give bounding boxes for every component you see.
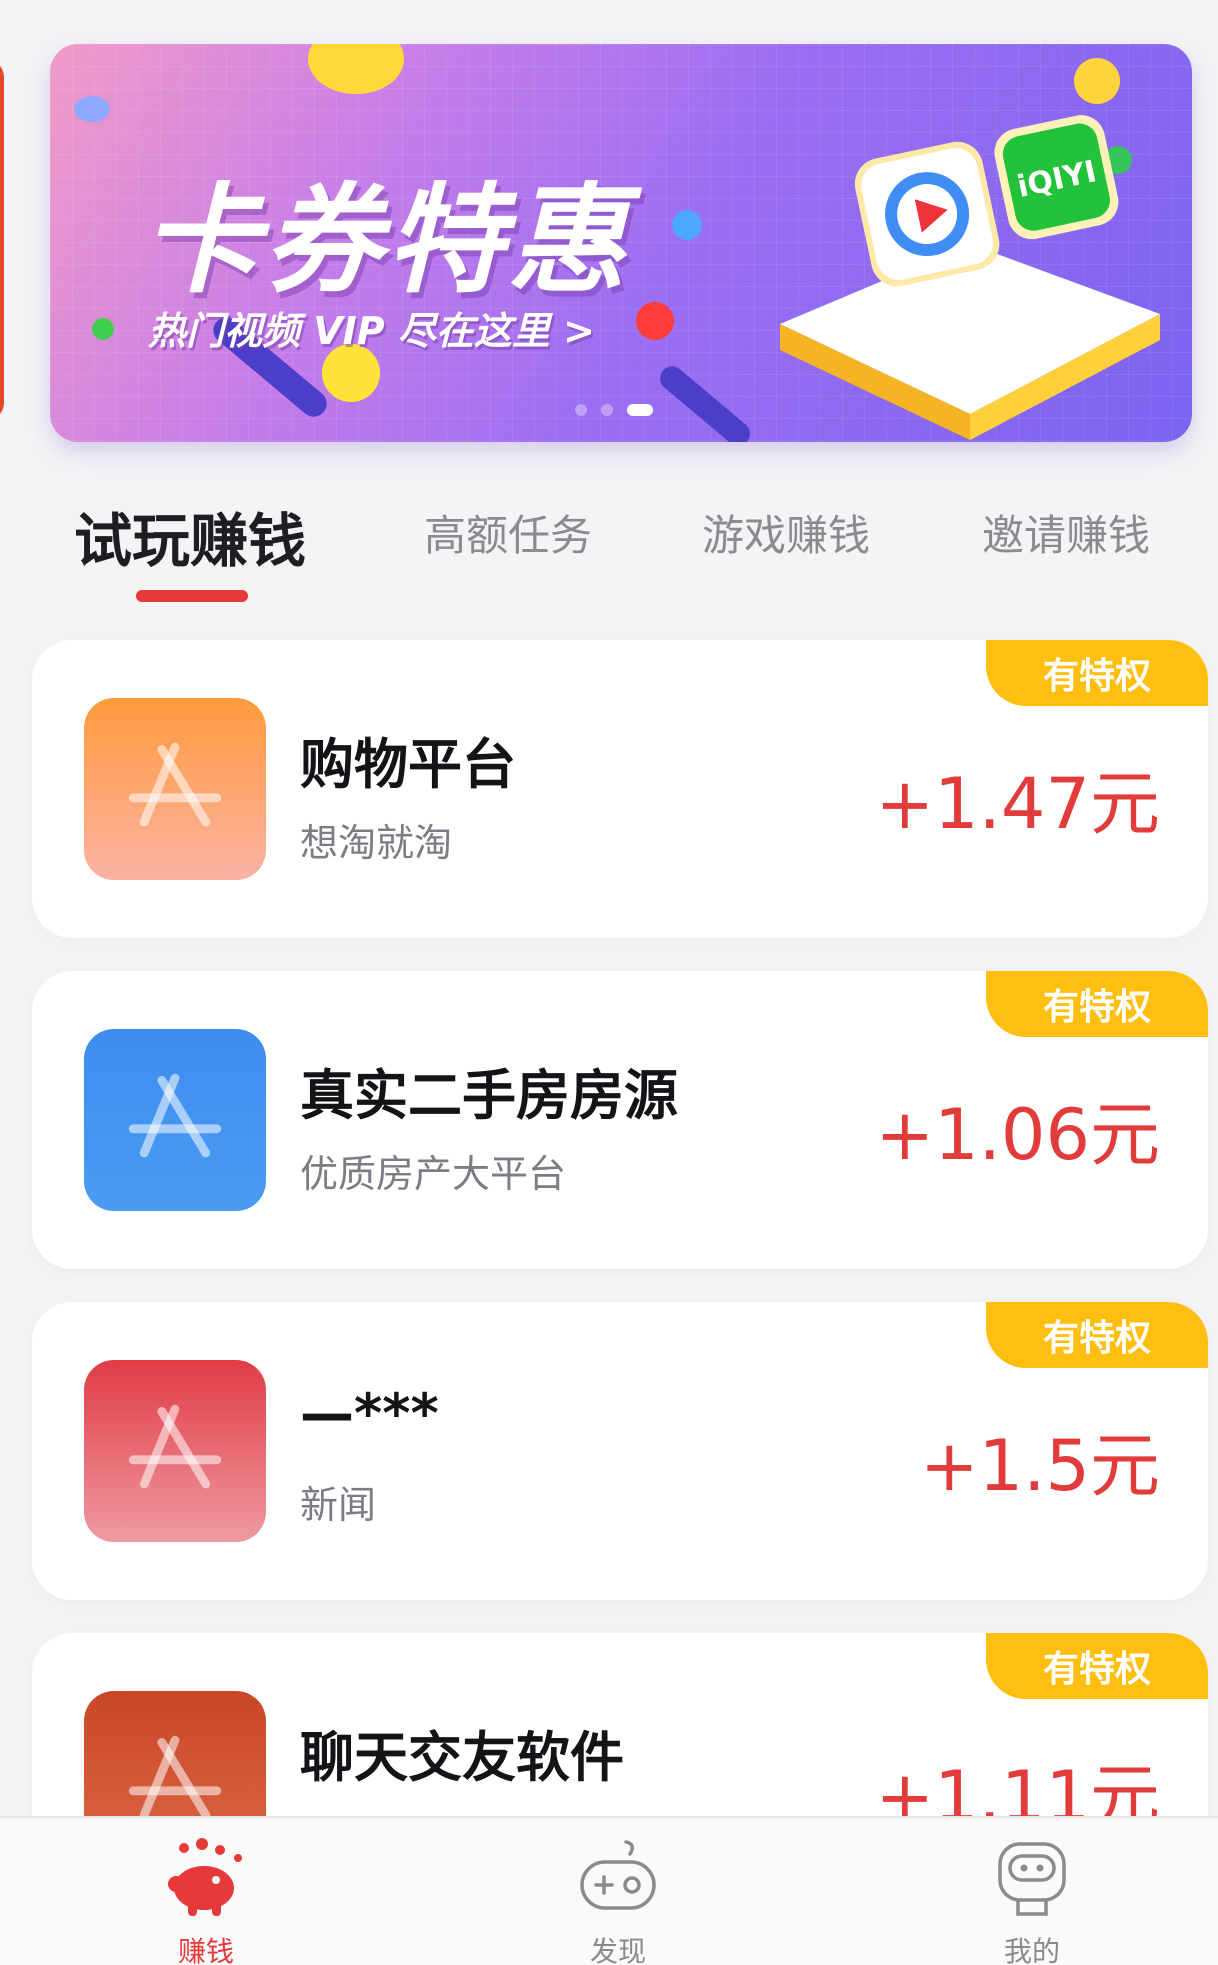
promo-banner[interactable]: iQIYI 卡券特惠 热门视频 VIP 尽在这里 > <box>50 44 1192 442</box>
app-store-icon <box>84 698 266 880</box>
banner-dot[interactable] <box>575 404 587 416</box>
task-title: 真实二手房房源 <box>300 1064 678 1127</box>
gamepad-icon <box>580 1840 656 1910</box>
task-reward: +1.47元 <box>875 763 1160 845</box>
decor-blue-ball-2 <box>672 210 702 240</box>
task-card[interactable]: 有特权 真实二手房房源 优质房产大平台 +1.06元 <box>32 971 1208 1269</box>
task-card[interactable]: 有特权 购物平台 想淘就淘 +1.47元 <box>32 640 1208 938</box>
nav-label: 我的 <box>1003 1935 1060 1965</box>
nav-label: 发现 <box>589 1935 646 1965</box>
active-tab-indicator <box>136 590 248 602</box>
app-store-icon <box>84 1029 266 1211</box>
privilege-badge: 有特权 <box>986 1302 1208 1368</box>
task-subtitle: 优质房产大平台 <box>300 1152 567 1196</box>
banner-pagination <box>575 404 653 416</box>
tab-high-reward-tasks[interactable]: 高额任务 <box>424 502 592 563</box>
task-reward: +1.06元 <box>875 1094 1160 1176</box>
nav-label: 赚钱 <box>177 1935 234 1965</box>
profile-face-icon <box>998 1842 1066 1916</box>
task-card[interactable]: 有特权 —*** 新闻 +1.5元 <box>32 1302 1208 1600</box>
video-apps-platform-illustration: iQIYI <box>780 115 1160 440</box>
privilege-badge: 有特权 <box>986 1633 1208 1699</box>
page: iQIYI 卡券特惠 热门视频 VIP 尽在这里 > 试玩赚钱 高额任务 游戏赚… <box>0 0 1218 1965</box>
previous-banner-peek[interactable] <box>0 60 4 420</box>
decor-red-ball <box>636 302 674 340</box>
banner-dot-active[interactable] <box>627 404 653 416</box>
tab-trial-earn[interactable]: 试玩赚钱 <box>74 494 306 578</box>
decor-blue-ball <box>74 96 110 122</box>
nav-discover[interactable]: 发现 <box>538 1838 698 1965</box>
tab-game-earn[interactable]: 游戏赚钱 <box>702 502 870 563</box>
task-subtitle: 新闻 <box>300 1483 377 1527</box>
task-subtitle: 想淘就淘 <box>300 821 453 865</box>
banner-title: 卡券特惠 <box>142 171 631 309</box>
nav-profile[interactable]: 我的 <box>952 1838 1112 1965</box>
banner-dot[interactable] <box>601 404 613 416</box>
tab-invite-earn[interactable]: 邀请赚钱 <box>982 502 1150 563</box>
task-reward: +1.5元 <box>920 1425 1160 1507</box>
task-title: —*** <box>300 1382 439 1445</box>
privilege-badge: 有特权 <box>986 971 1208 1037</box>
bottom-nav: 赚钱 发现 我的 <box>0 1816 1218 1965</box>
category-tabs: 试玩赚钱 高额任务 游戏赚钱 邀请赚钱 <box>0 490 1218 610</box>
decor-yellow-ball-3 <box>1074 58 1120 104</box>
app-store-icon <box>84 1360 266 1542</box>
decor-green-ball <box>92 318 114 340</box>
nav-earn[interactable]: 赚钱 <box>126 1838 286 1965</box>
banner-subtitle[interactable]: 热门视频 VIP 尽在这里 > <box>148 300 595 355</box>
task-title: 购物平台 <box>300 733 516 796</box>
task-title: 聊天交友软件 <box>300 1726 624 1789</box>
privilege-badge: 有特权 <box>986 640 1208 706</box>
piggy-coins-icon <box>168 1838 242 1916</box>
